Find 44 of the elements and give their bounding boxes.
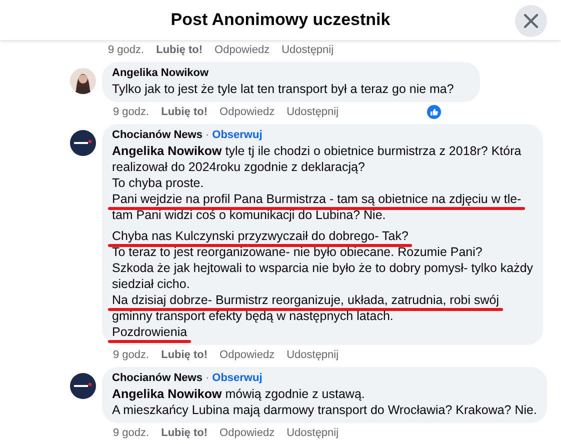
close-icon — [524, 14, 538, 28]
close-button[interactable] — [515, 5, 547, 37]
comment-text: To chyba proste. — [112, 175, 204, 191]
comment-text: Pani wejdzie na profil Pana Burmistrza - tam są obietnice na zdjęciu w tle- — [112, 191, 522, 207]
share-link[interactable]: Udostępnij — [282, 42, 334, 58]
timestamp: 9 godz. — [113, 426, 150, 441]
separator: · — [205, 128, 210, 143]
comment-text: Chyba nas Kulczynski przyzwyczaił do dobrego- Tak? — [112, 228, 408, 244]
timestamp: 9 godz. — [113, 104, 150, 120]
like-link[interactable]: Lubię to! — [156, 42, 203, 58]
author-name[interactable]: Angelika Nowikow — [112, 66, 209, 81]
separator: · — [205, 371, 210, 386]
follow-link[interactable]: Obserwuj — [212, 128, 262, 143]
author-name[interactable]: Chocianów News — [112, 371, 202, 386]
share-link[interactable]: Udostępnij — [286, 424, 339, 442]
like-link[interactable]: Lubię to! — [161, 346, 208, 364]
reply-link[interactable]: Odpowiedz — [220, 424, 275, 442]
avatar[interactable] — [70, 130, 96, 156]
reply-link[interactable]: Odpowiedz — [220, 104, 275, 120]
dialog-title: Post Anonimowy uczestnik — [170, 9, 390, 32]
comment-text: Na dzisiaj dobrze- Burmistrz reorganizuje, układa, zatrudnia, robi swój — [112, 292, 499, 308]
comment-text: To teraz to jest reorganizowane- nie było obiecane. Rozumie Pani? — [112, 244, 482, 260]
author-name[interactable]: Chocianów News — [112, 128, 202, 143]
reply-link[interactable]: Odpowiedz — [214, 42, 270, 58]
reply-link[interactable]: Odpowiedz — [220, 346, 275, 364]
timestamp: 9 godz. — [113, 348, 150, 363]
timestamp: 9 godz. — [108, 42, 144, 58]
follow-link[interactable]: Obserwuj — [212, 371, 262, 386]
comment-text: Tylko jak to jest że tyle lat ten transport był a teraz go nie ma? — [112, 81, 454, 97]
avatar[interactable] — [70, 373, 96, 399]
comment-text: Szkoda że jak hejtowali to wsparcia nie było że to dobry pomysł- tylko każdy — [112, 260, 534, 276]
like-link[interactable]: Lubię to! — [161, 104, 208, 120]
avatar[interactable] — [70, 68, 96, 94]
comment-text: Angelika Nowikow mówią zgodnie z ustawą. — [112, 386, 365, 402]
comment-text: realizował do 2024roku zgodnie z deklaracją? — [112, 159, 365, 175]
comment-text: tam Pani widzi coś o komunikacji do Lubina? Nie. — [112, 207, 386, 223]
comment-text: gminny transport efekty będą w następnych latach. — [112, 308, 394, 324]
share-link[interactable]: Udostępnij — [286, 104, 339, 120]
comment-text: Angelika Nowikow tyle tj ile chodzi o obietnice burmistrza z 2018r? Która — [112, 143, 522, 159]
comment-text: A mieszkańcy Lubina mają darmowy transport do Wrocławia? Krakowa? Nie. — [112, 402, 537, 418]
share-link[interactable]: Udostępnij — [286, 346, 339, 364]
comment-text: Pozdrowienia — [112, 324, 188, 340]
comment-text: siedział cicho. — [112, 276, 190, 292]
like-link[interactable]: Lubię to! — [161, 424, 208, 442]
